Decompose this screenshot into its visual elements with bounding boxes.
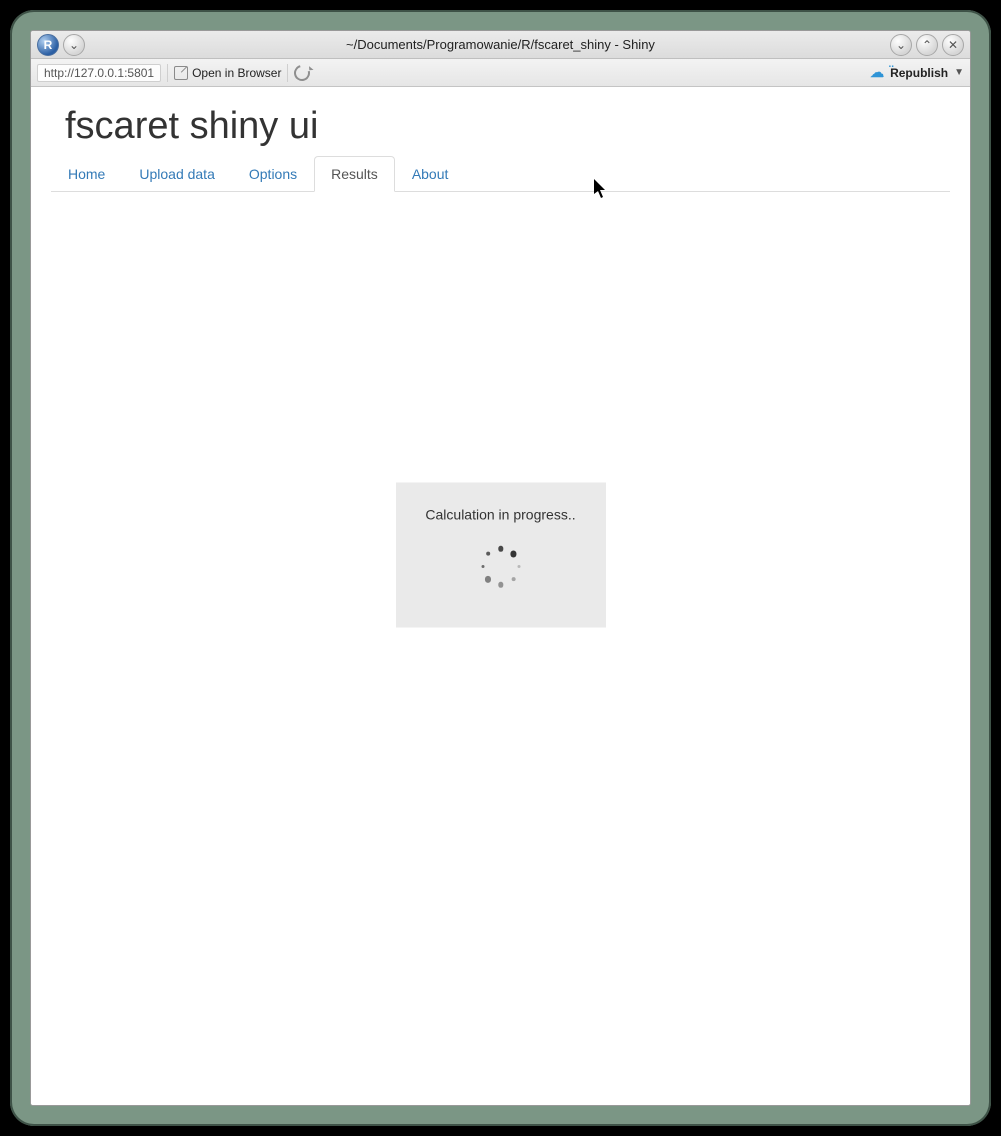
tab-results[interactable]: Results — [314, 156, 395, 192]
url-field[interactable]: http://127.0.0.1:5801 — [37, 64, 161, 82]
republish-button[interactable]: ☁ Republish ▼ — [870, 64, 964, 81]
tab-label: Results — [314, 156, 395, 192]
republish-label: Republish — [890, 66, 948, 80]
tab-upload-data[interactable]: Upload data — [122, 156, 232, 192]
open-in-browser-label: Open in Browser — [192, 66, 281, 80]
tab-label: Options — [232, 156, 314, 192]
tab-options[interactable]: Options — [232, 156, 314, 192]
expand-button[interactable]: ⌃ — [916, 34, 938, 56]
r-logo-icon: R — [37, 34, 59, 56]
nav-tabs: Home Upload data Options Results About — [51, 156, 950, 192]
separator — [167, 64, 168, 82]
progress-panel: Calculation in progress.. — [396, 483, 606, 628]
tab-label: Upload data — [122, 156, 232, 192]
close-button[interactable]: ✕ — [942, 34, 964, 56]
browser-toolbar: http://127.0.0.1:5801 Open in Browser ☁ … — [31, 59, 970, 87]
content-area: fscaret shiny ui Home Upload data Option… — [31, 87, 970, 1105]
app-window: R ⌄ ~/Documents/Programowanie/R/fscaret_… — [30, 30, 971, 1106]
page-title: fscaret shiny ui — [65, 105, 970, 148]
separator — [287, 64, 288, 82]
reload-icon[interactable] — [292, 62, 314, 84]
collapse-button[interactable]: ⌄ — [890, 34, 912, 56]
spinner-icon — [477, 543, 525, 591]
window-menu-button[interactable]: ⌄ — [63, 34, 85, 56]
window-title: ~/Documents/Programowanie/R/fscaret_shin… — [31, 37, 970, 52]
tab-home[interactable]: Home — [51, 156, 122, 192]
progress-message: Calculation in progress.. — [425, 507, 575, 523]
popout-icon — [174, 66, 188, 80]
titlebar: R ⌄ ~/Documents/Programowanie/R/fscaret_… — [31, 31, 970, 59]
tab-label: About — [395, 156, 466, 192]
chevron-down-icon: ▼ — [954, 67, 964, 78]
open-in-browser-button[interactable]: Open in Browser — [174, 66, 281, 80]
desktop-frame: R ⌄ ~/Documents/Programowanie/R/fscaret_… — [10, 10, 991, 1126]
tab-label: Home — [51, 156, 122, 192]
tab-about[interactable]: About — [395, 156, 466, 192]
republish-cloud-icon: ☁ — [870, 64, 884, 81]
